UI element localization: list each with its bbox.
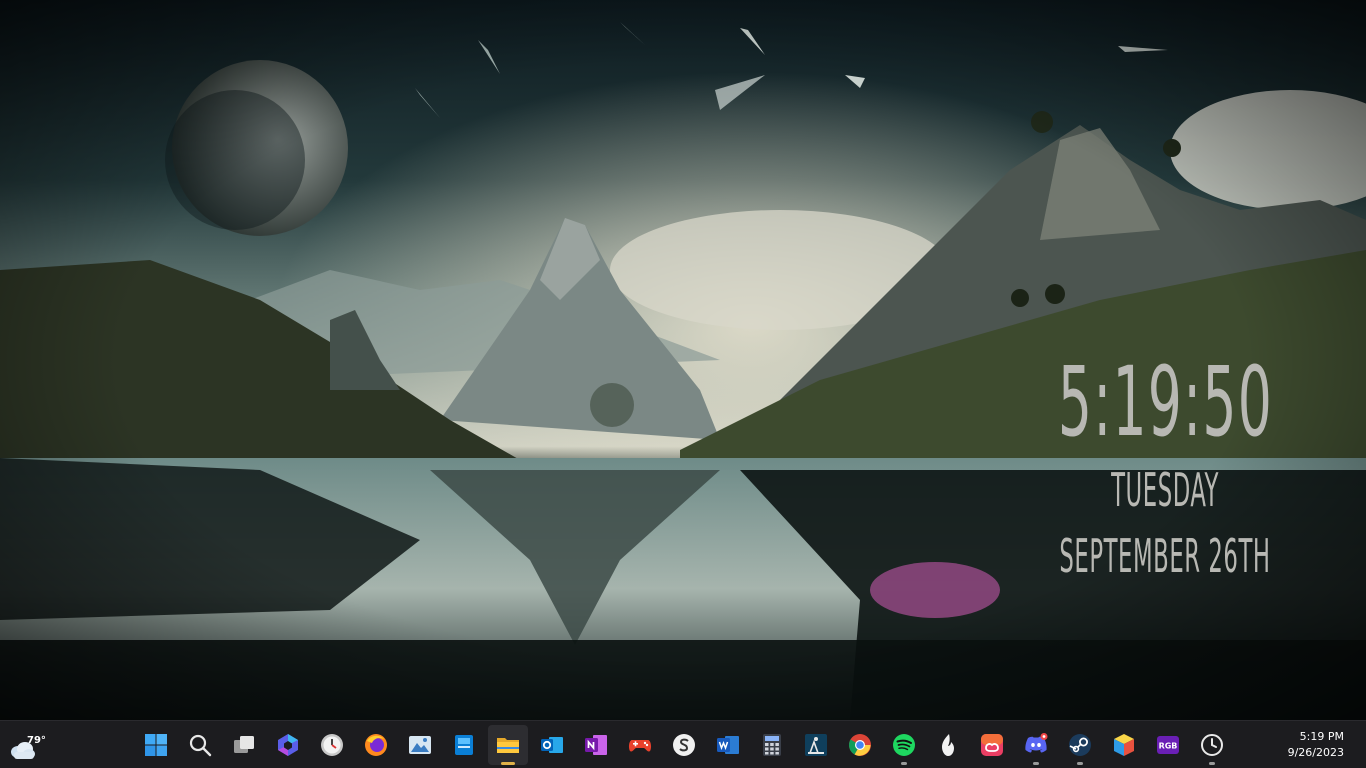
running-indicator bbox=[1033, 762, 1039, 765]
running-indicator bbox=[901, 762, 907, 765]
creative-cloud-icon bbox=[981, 734, 1003, 756]
task-view-icon bbox=[234, 736, 254, 753]
start-button[interactable] bbox=[136, 725, 176, 765]
running-indicator bbox=[1077, 762, 1083, 765]
reader-icon bbox=[805, 734, 827, 756]
clock-icon bbox=[1201, 734, 1223, 756]
firefox-button[interactable] bbox=[356, 725, 396, 765]
rgb-app-button[interactable]: RGB bbox=[1148, 725, 1188, 765]
clock-widget-date: SEPTEMBER 26TH bbox=[1059, 529, 1271, 583]
game-button[interactable] bbox=[620, 725, 660, 765]
flame-app-button[interactable] bbox=[928, 725, 968, 765]
word-icon bbox=[717, 736, 739, 754]
photos-button[interactable] bbox=[400, 725, 440, 765]
clock-widget-time: 5:19:50 bbox=[1057, 346, 1273, 458]
weather-widget[interactable]: 79° bbox=[6, 727, 46, 763]
clock-widget-day: TUESDAY bbox=[1111, 463, 1219, 517]
spotify-icon bbox=[893, 734, 915, 756]
clock-app-button[interactable] bbox=[312, 725, 352, 765]
system-clock-date: 9/26/2023 bbox=[1287, 746, 1344, 759]
clock-app-icon bbox=[321, 734, 343, 756]
flame-icon bbox=[942, 734, 954, 756]
taskbar-apps: RGB bbox=[134, 723, 1234, 767]
search-button[interactable] bbox=[180, 725, 220, 765]
copilot-button[interactable] bbox=[268, 725, 308, 765]
discord-button[interactable] bbox=[1016, 725, 1056, 765]
spotify-button[interactable] bbox=[884, 725, 924, 765]
gamepad-icon bbox=[628, 740, 652, 752]
s-circle-icon bbox=[673, 734, 695, 756]
weather-temperature: 79° bbox=[27, 735, 46, 746]
discord-icon bbox=[1025, 733, 1048, 753]
rgb-icon: RGB bbox=[1157, 736, 1179, 754]
copilot-icon bbox=[278, 734, 298, 756]
reader-button[interactable] bbox=[796, 725, 836, 765]
photos-icon bbox=[409, 736, 431, 754]
system-clock-time: 5:19 PM bbox=[1299, 730, 1344, 743]
desktop[interactable]: 5:19:50 TUESDAY SEPTEMBER 26TH bbox=[0, 0, 1366, 720]
blue-app-icon bbox=[455, 735, 473, 755]
search-icon bbox=[189, 734, 212, 757]
file-explorer-button[interactable] bbox=[488, 725, 528, 765]
onenote-button[interactable] bbox=[576, 725, 616, 765]
system-clock[interactable]: 5:19 PM 9/26/2023 bbox=[1288, 729, 1344, 761]
clock-widget: 5:19:50 TUESDAY SEPTEMBER 26TH bbox=[1040, 352, 1290, 582]
firefox-icon bbox=[365, 734, 387, 756]
outlook-button[interactable] bbox=[532, 725, 572, 765]
svg-text:RGB: RGB bbox=[1159, 742, 1178, 751]
cube-app-button[interactable] bbox=[1104, 725, 1144, 765]
taskbar: 79° RGB 5:19 PM 9/26/2023 bbox=[0, 720, 1366, 768]
steam-icon bbox=[1069, 734, 1091, 756]
simplenote-button[interactable] bbox=[664, 725, 704, 765]
cube-icon bbox=[1114, 734, 1134, 756]
clock-widget-app-button[interactable] bbox=[1192, 725, 1232, 765]
onenote-icon bbox=[585, 735, 607, 755]
chrome-icon bbox=[849, 734, 871, 756]
calculator-icon bbox=[763, 734, 781, 756]
folder-icon bbox=[497, 738, 519, 753]
word-button[interactable] bbox=[708, 725, 748, 765]
blue-app-button[interactable] bbox=[444, 725, 484, 765]
windows-logo-icon bbox=[145, 734, 167, 756]
calculator-button[interactable] bbox=[752, 725, 792, 765]
active-indicator bbox=[501, 762, 515, 765]
task-view-button[interactable] bbox=[224, 725, 264, 765]
outlook-icon bbox=[541, 737, 563, 753]
chrome-button[interactable] bbox=[840, 725, 880, 765]
creative-cloud-button[interactable] bbox=[972, 725, 1012, 765]
running-indicator bbox=[1209, 762, 1215, 765]
steam-button[interactable] bbox=[1060, 725, 1100, 765]
